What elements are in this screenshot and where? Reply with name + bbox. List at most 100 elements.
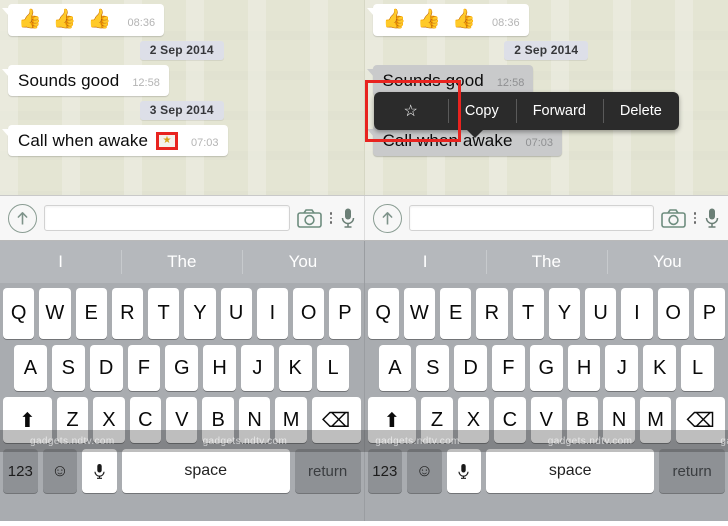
copy-button[interactable]: Copy <box>447 92 516 130</box>
key-k[interactable]: K <box>278 345 312 391</box>
key-d[interactable]: D <box>89 345 123 391</box>
key-k[interactable]: K <box>643 345 677 391</box>
message-row[interactable]: Sounds good 12:58 <box>2 65 356 96</box>
delete-button[interactable]: Delete <box>602 92 679 130</box>
message-bubble[interactable]: Call when awake ★ 07:03 <box>2 125 228 156</box>
key-j[interactable]: J <box>240 345 274 391</box>
key-y[interactable]: Y <box>184 288 216 339</box>
key-u[interactable]: U <box>585 288 617 339</box>
suggestion-item[interactable]: You <box>242 241 363 283</box>
key-p[interactable]: P <box>693 288 725 339</box>
space-key[interactable]: space <box>121 449 290 493</box>
mic-key[interactable] <box>446 449 482 493</box>
camera-icon[interactable] <box>296 208 322 228</box>
forward-button[interactable]: Forward <box>515 92 603 130</box>
message-row[interactable]: 👍 👍 👍 08:36 <box>1 4 356 36</box>
keyboard-right: I The You Q W E R T Y U I O P A S D F G … <box>363 241 728 521</box>
up-arrow-circle-icon[interactable] <box>373 203 402 233</box>
message-bubble[interactable]: 👍 👍 👍 08:36 <box>366 4 529 36</box>
shift-key[interactable]: ⬆ <box>367 397 417 443</box>
key-v[interactable]: V <box>530 397 562 443</box>
star-message-button[interactable]: ☆ <box>374 92 448 130</box>
key-o[interactable]: O <box>657 288 689 339</box>
backspace-key[interactable]: ⌫ <box>311 397 361 443</box>
suggestion-item[interactable]: The <box>121 241 242 283</box>
mic-key[interactable] <box>82 449 117 493</box>
message-input[interactable] <box>409 205 654 231</box>
key-a[interactable]: A <box>378 345 412 391</box>
message-context-menu[interactable]: ☆ Copy Forward Delete <box>373 92 679 138</box>
key-s[interactable]: S <box>51 345 85 391</box>
key-p[interactable]: P <box>329 288 361 339</box>
message-input[interactable] <box>44 205 290 231</box>
message-row[interactable]: 👍 👍 👍 08:36 <box>366 4 721 36</box>
key-z[interactable]: Z <box>421 397 453 443</box>
emoji-key[interactable]: ☺ <box>42 449 78 493</box>
suggestion-item[interactable]: I <box>365 241 486 283</box>
key-g[interactable]: G <box>529 345 563 391</box>
key-l[interactable]: L <box>681 345 714 391</box>
key-t[interactable]: T <box>512 288 544 339</box>
key-f[interactable]: F <box>492 345 525 391</box>
key-r[interactable]: R <box>111 288 143 339</box>
key-h[interactable]: H <box>567 345 601 391</box>
key-t[interactable]: T <box>148 288 180 339</box>
message-row-starred[interactable]: Call when awake ★ 07:03 <box>2 125 356 156</box>
key-h[interactable]: H <box>203 345 236 391</box>
key-i[interactable]: I <box>256 288 288 339</box>
message-bubble[interactable]: Sounds good 12:58 <box>2 65 169 96</box>
key-c[interactable]: C <box>494 397 526 443</box>
more-options-icon[interactable] <box>329 212 334 224</box>
key-r[interactable]: R <box>476 288 508 339</box>
key-s[interactable]: S <box>416 345 450 391</box>
key-e[interactable]: E <box>440 288 472 339</box>
key-b[interactable]: B <box>202 397 234 443</box>
key-c[interactable]: C <box>129 397 162 443</box>
emoji-key[interactable]: ☺ <box>407 449 442 493</box>
key-v[interactable]: V <box>166 397 198 443</box>
microphone-icon[interactable] <box>704 207 720 229</box>
up-arrow-circle-icon[interactable] <box>8 203 37 233</box>
key-a[interactable]: A <box>14 345 47 391</box>
return-key[interactable]: return <box>294 449 361 493</box>
key-w[interactable]: W <box>403 288 435 339</box>
suggestion-item[interactable]: I <box>0 241 121 283</box>
key-y[interactable]: Y <box>548 288 580 339</box>
key-g[interactable]: G <box>165 345 199 391</box>
key-o[interactable]: O <box>293 288 325 339</box>
backspace-key[interactable]: ⌫ <box>676 397 725 443</box>
key-f[interactable]: F <box>127 345 161 391</box>
key-n[interactable]: N <box>238 397 271 443</box>
key-q[interactable]: Q <box>367 288 399 339</box>
suggestion-item[interactable]: You <box>606 241 728 283</box>
key-i[interactable]: I <box>621 288 653 339</box>
key-z[interactable]: Z <box>56 397 89 443</box>
numbers-key[interactable]: 123 <box>3 449 38 493</box>
chat-panes: 👍 👍 👍 08:36 2 Sep 2014 Sounds good 12:58… <box>0 0 728 195</box>
camera-icon[interactable] <box>660 208 686 228</box>
key-q[interactable]: Q <box>3 288 35 339</box>
key-x[interactable]: X <box>93 397 125 443</box>
key-b[interactable]: B <box>566 397 599 443</box>
key-x[interactable]: X <box>457 397 490 443</box>
shift-key[interactable]: ⬆ <box>3 397 52 443</box>
key-d[interactable]: D <box>454 345 487 391</box>
more-options-icon[interactable] <box>693 212 698 224</box>
key-w[interactable]: W <box>39 288 71 339</box>
key-n[interactable]: N <box>603 397 635 443</box>
key-l[interactable]: L <box>316 345 350 391</box>
numbers-key[interactable]: 123 <box>367 449 403 493</box>
return-key[interactable]: return <box>659 449 726 493</box>
key-m[interactable]: M <box>275 397 307 443</box>
message-bubble[interactable]: 👍 👍 👍 08:36 <box>1 4 165 36</box>
key-j[interactable]: J <box>605 345 639 391</box>
key-m[interactable]: M <box>639 397 672 443</box>
space-key[interactable]: space <box>486 449 655 493</box>
key-e[interactable]: E <box>75 288 107 339</box>
keyboard-row-3: ⬆ Z X C V B N M ⌫ <box>365 397 728 449</box>
keyboard-row-4: 123 ☺ space return <box>365 449 728 504</box>
suggestion-item[interactable]: The <box>485 241 607 283</box>
microphone-icon[interactable] <box>340 207 356 229</box>
key-u[interactable]: U <box>220 288 252 339</box>
message-text: 👍 👍 👍 <box>382 9 480 30</box>
